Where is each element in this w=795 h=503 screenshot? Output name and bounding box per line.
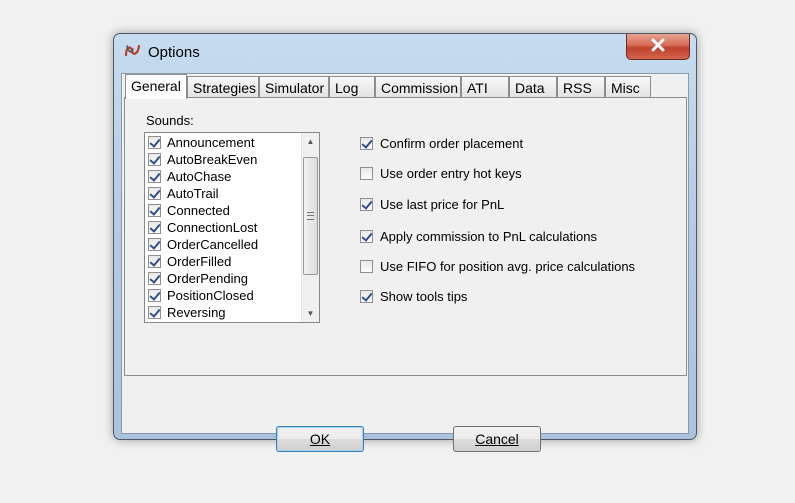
- sounds-vertical-scrollbar[interactable]: ▲ ▼: [301, 133, 319, 322]
- sound-label: PositionClosed: [167, 288, 254, 303]
- sound-list-item[interactable]: OrderCancelled: [145, 236, 299, 253]
- tab-log[interactable]: Log: [329, 76, 375, 98]
- sounds-list-items: Announcement AutoBreakEven AutoChase AutoTr…: [145, 134, 299, 321]
- close-button[interactable]: [626, 34, 690, 60]
- tab-general[interactable]: General: [125, 74, 187, 99]
- option-checkbox[interactable]: [360, 167, 373, 180]
- cancel-button[interactable]: Cancel: [453, 426, 541, 452]
- sound-label: OrderCancelled: [167, 237, 259, 252]
- sound-list-item[interactable]: OrderFilled: [145, 253, 299, 270]
- dialog-client-area: General Strategies Simulator Log Commiss…: [121, 73, 689, 452]
- sound-list-item[interactable]: PositionClosed: [145, 287, 299, 304]
- sound-checkbox[interactable]: [148, 289, 161, 302]
- ok-button[interactable]: OK: [276, 426, 364, 452]
- option-label: Use order entry hot keys: [380, 166, 522, 181]
- sound-checkbox[interactable]: [148, 306, 161, 319]
- sound-checkbox[interactable]: [148, 136, 161, 149]
- tab-rss[interactable]: RSS: [557, 76, 605, 98]
- sound-list-item[interactable]: Connected: [145, 202, 299, 219]
- title-bar[interactable]: Options: [114, 34, 696, 66]
- sound-label: Connected: [167, 203, 230, 218]
- scroll-thumb[interactable]: [303, 157, 318, 275]
- option-checkbox-row[interactable]: Use FIFO for position avg. price calcula…: [360, 259, 635, 274]
- option-label: Apply commission to PnL calculations: [380, 229, 598, 244]
- sound-checkbox[interactable]: [148, 187, 161, 200]
- grip-lines-icon: [307, 212, 314, 220]
- ok-button-label: OK: [309, 431, 331, 447]
- sound-checkbox[interactable]: [148, 255, 161, 268]
- ninjatrader-logo-icon: [124, 43, 141, 58]
- tab-data[interactable]: Data: [509, 76, 557, 98]
- option-checkbox[interactable]: [360, 230, 373, 243]
- sound-list-item[interactable]: ConnectionLost: [145, 219, 299, 236]
- sound-checkbox[interactable]: [148, 204, 161, 217]
- tab-simulator[interactable]: Simulator: [259, 76, 329, 98]
- sound-label: OrderPending: [167, 271, 248, 286]
- close-x-icon: [650, 38, 666, 55]
- sound-label: Reversing: [167, 305, 226, 320]
- option-checkbox-row[interactable]: Apply commission to PnL calculations: [360, 229, 597, 244]
- sound-list-item[interactable]: OrderPending: [145, 270, 299, 287]
- cancel-button-label: Cancel: [475, 431, 519, 447]
- sound-list-item[interactable]: Announcement: [145, 134, 299, 151]
- window-title: Options: [148, 44, 200, 61]
- general-tab-panel: Sounds: Announcement AutoBreakEven AutoCha…: [124, 97, 687, 376]
- sound-checkbox[interactable]: [148, 272, 161, 285]
- sound-checkbox[interactable]: [148, 238, 161, 251]
- option-checkbox-row[interactable]: Use last price for PnL: [360, 197, 504, 212]
- option-label: Use FIFO for position avg. price calcula…: [380, 259, 636, 274]
- sound-label: ConnectionLost: [167, 220, 258, 235]
- sound-checkbox[interactable]: [148, 221, 161, 234]
- sound-list-item[interactable]: Reversing: [145, 304, 299, 321]
- option-checkbox[interactable]: [360, 198, 373, 211]
- option-checkbox-row[interactable]: Use order entry hot keys: [360, 166, 522, 181]
- option-checkbox-row[interactable]: Show tools tips: [360, 289, 467, 304]
- sound-label: AutoTrail: [167, 186, 219, 201]
- scroll-up-arrow-icon[interactable]: ▲: [302, 133, 319, 150]
- option-checkbox[interactable]: [360, 260, 373, 273]
- option-label: Confirm order placement: [380, 136, 524, 151]
- sound-checkbox[interactable]: [148, 170, 161, 183]
- sound-list-item[interactable]: AutoChase: [145, 168, 299, 185]
- options-dialog: Options General Strategies Simulator Log…: [113, 33, 697, 452]
- sound-list-item[interactable]: AutoTrail: [145, 185, 299, 202]
- option-checkbox-row[interactable]: Confirm order placement: [360, 136, 523, 151]
- sound-label: AutoChase: [167, 169, 232, 184]
- sound-label: Announcement: [167, 135, 255, 150]
- tab-commission[interactable]: Commission: [375, 76, 461, 98]
- sound-label: OrderFilled: [167, 254, 232, 269]
- tab-misc[interactable]: Misc: [605, 76, 651, 98]
- tab-strategies[interactable]: Strategies: [187, 76, 259, 98]
- option-checkbox[interactable]: [360, 137, 373, 150]
- option-label: Show tools tips: [380, 289, 468, 304]
- tab-ati[interactable]: ATI: [461, 76, 509, 98]
- option-label: Use last price for PnL: [380, 197, 505, 212]
- option-checkbox[interactable]: [360, 290, 373, 303]
- sound-list-item[interactable]: AutoBreakEven: [145, 151, 299, 168]
- sounds-label: Sounds:: [146, 113, 194, 128]
- sounds-checklist[interactable]: Announcement AutoBreakEven AutoChase AutoTr…: [144, 132, 320, 323]
- sound-label: AutoBreakEven: [167, 152, 258, 167]
- sound-checkbox[interactable]: [148, 153, 161, 166]
- scroll-down-arrow-icon[interactable]: ▼: [302, 305, 319, 322]
